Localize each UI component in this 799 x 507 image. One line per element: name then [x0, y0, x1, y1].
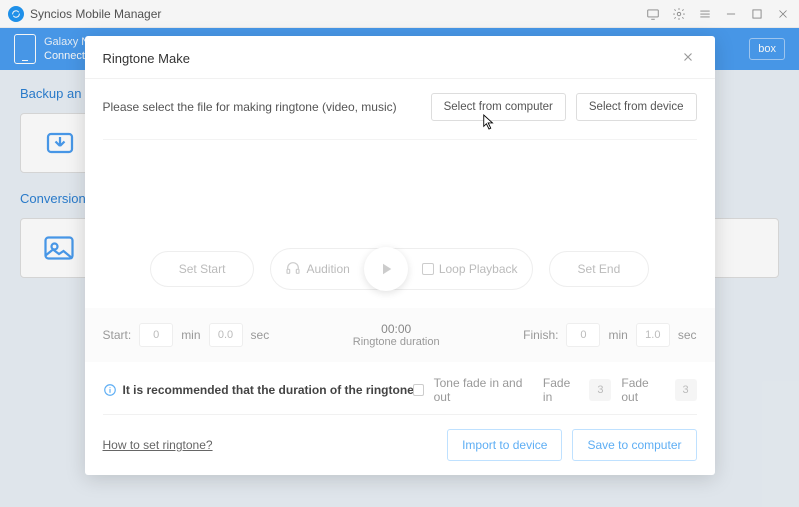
modal-overlay: Ringtone Make Please select the file for…	[0, 0, 799, 507]
sec-label-1: sec	[251, 328, 270, 342]
time-row: Start: 0 min 0.0 sec 00:00 Ringtone dura…	[85, 308, 715, 362]
audition-label: Audition	[306, 262, 349, 276]
select-from-device-button[interactable]: Select from device	[576, 93, 697, 121]
start-label: Start:	[103, 328, 132, 342]
fade-controls: Tone fade in and out Fade in 3 Fade out …	[413, 376, 697, 404]
sec-label-2: sec	[678, 328, 697, 342]
ringtone-dialog: Ringtone Make Please select the file for…	[85, 36, 715, 475]
recommendation-text: It is recommended that the duration of t…	[123, 383, 413, 397]
min-label-2: min	[608, 328, 627, 342]
loop-checkbox[interactable]	[422, 263, 434, 275]
play-button[interactable]	[364, 247, 408, 291]
set-end-button[interactable]: Set End	[549, 251, 650, 287]
recommendation-row: It is recommended that the duration of t…	[103, 362, 697, 415]
playback-controls: Set Start Audition Loop Playback Set End	[103, 248, 697, 290]
tone-fade-label: Tone fade in and out	[434, 376, 533, 404]
start-sec-input[interactable]: 0.0	[209, 323, 243, 347]
fade-in-label: Fade in	[543, 376, 580, 404]
import-to-device-button[interactable]: Import to device	[447, 429, 562, 461]
close-icon[interactable]	[681, 50, 697, 66]
start-time-group: Start: 0 min 0.0 sec	[103, 323, 270, 347]
tone-fade-checkbox[interactable]	[413, 384, 424, 396]
min-label-1: min	[181, 328, 200, 342]
how-to-link[interactable]: How to set ringtone?	[103, 438, 213, 452]
file-prompt: Please select the file for making ringto…	[103, 100, 397, 114]
start-min-input[interactable]: 0	[139, 323, 173, 347]
audition-button[interactable]: Audition	[285, 260, 349, 279]
loop-playback-toggle[interactable]: Loop Playback	[422, 262, 518, 276]
recommendation-text-group: It is recommended that the duration of t…	[103, 383, 413, 397]
info-icon	[103, 383, 117, 397]
fade-out-label: Fade out	[621, 376, 664, 404]
dialog-title: Ringtone Make	[103, 51, 190, 66]
waveform-area	[103, 140, 697, 240]
fade-out-input[interactable]: 3	[675, 379, 697, 401]
fade-in-input[interactable]: 3	[589, 379, 611, 401]
finish-sec-input[interactable]: 1.0	[636, 323, 670, 347]
loop-label: Loop Playback	[439, 262, 518, 276]
finish-label: Finish:	[523, 328, 558, 342]
file-select-row: Please select the file for making ringto…	[103, 93, 697, 140]
duration-label: Ringtone duration	[353, 336, 440, 348]
headphone-icon	[285, 260, 301, 279]
set-start-button[interactable]: Set Start	[150, 251, 255, 287]
dialog-header: Ringtone Make	[85, 36, 715, 79]
duration-value: 00:00	[353, 322, 440, 336]
dialog-footer: How to set ringtone? Import to device Sa…	[103, 415, 697, 461]
center-controls: Audition Loop Playback	[270, 248, 532, 290]
duration-display: 00:00 Ringtone duration	[353, 322, 440, 348]
finish-time-group: Finish: 0 min 1.0 sec	[523, 323, 696, 347]
dialog-body: Please select the file for making ringto…	[85, 79, 715, 461]
save-to-computer-button[interactable]: Save to computer	[572, 429, 696, 461]
finish-min-input[interactable]: 0	[566, 323, 600, 347]
select-from-computer-button[interactable]: Select from computer	[431, 93, 566, 121]
